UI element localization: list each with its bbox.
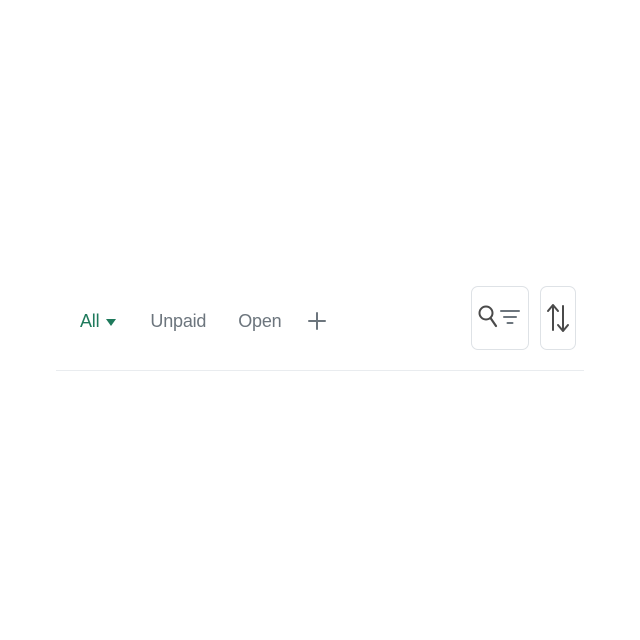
tab-unpaid[interactable]: Unpaid: [150, 311, 206, 332]
tab-all[interactable]: All: [80, 310, 117, 332]
page: All Unpaid Open: [0, 0, 640, 640]
tab-open[interactable]: Open: [238, 311, 281, 332]
add-view-button[interactable]: [307, 309, 327, 333]
tab-open-label: Open: [238, 310, 282, 331]
plus-icon: [308, 312, 327, 330]
search-filter-icon: [478, 305, 520, 328]
tabs-bar: All Unpaid Open: [56, 286, 584, 371]
view-tabs: All Unpaid Open: [80, 308, 327, 334]
sort-arrows-icon: [547, 304, 569, 332]
tab-all-label: All: [80, 310, 100, 331]
tab-unpaid-label: Unpaid: [150, 310, 207, 331]
sort-button[interactable]: [540, 286, 576, 350]
toolbar-actions: [471, 286, 576, 350]
search-filter-button[interactable]: [471, 286, 529, 350]
caret-down-icon: [106, 318, 117, 326]
